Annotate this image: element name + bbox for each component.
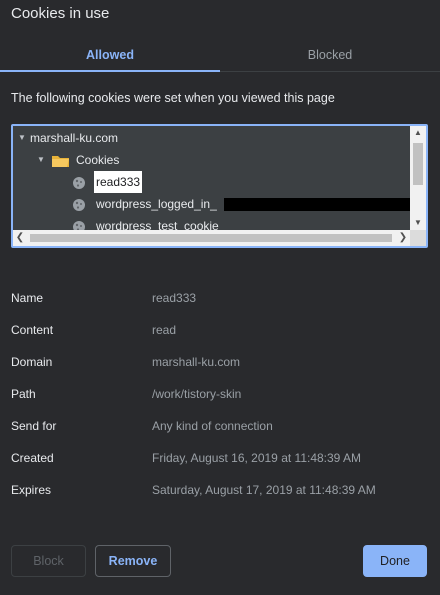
detail-label: Name bbox=[11, 291, 44, 305]
tree-item-folder[interactable]: ▼ Cookies bbox=[13, 149, 410, 171]
detail-row-expires: Expires Saturday, August 17, 2019 at 11:… bbox=[11, 474, 431, 506]
cookie-tree-list: ▼ marshall-ku.com ▼ Cookies read333 word… bbox=[13, 126, 410, 230]
detail-value: marshall-ku.com bbox=[152, 355, 241, 369]
horizontal-scrollbar[interactable]: ❮ ❯ bbox=[13, 230, 410, 246]
detail-label: Path bbox=[11, 387, 36, 401]
tree-item-cookie[interactable]: wordpress_logged_in_ bbox=[13, 193, 410, 215]
expand-triangle-icon[interactable]: ▼ bbox=[18, 127, 26, 149]
tree-item-cookie-label: read333 bbox=[94, 171, 143, 193]
tree-item-cookie-label: wordpress_logged_in_ bbox=[96, 197, 217, 211]
remove-button[interactable]: Remove bbox=[95, 545, 171, 577]
tree-item-cookie[interactable]: read333 bbox=[13, 171, 410, 193]
tree-item-folder-label: Cookies bbox=[76, 153, 120, 167]
detail-label: Created bbox=[11, 451, 54, 465]
detail-row-send-for: Send for Any kind of connection bbox=[11, 410, 431, 442]
cookie-details: Name read333 Content read Domain marshal… bbox=[11, 282, 431, 506]
horizontal-scroll-thumb[interactable] bbox=[30, 234, 392, 242]
tree-item-site-label: marshall-ku.com bbox=[30, 131, 119, 145]
detail-value: Friday, August 16, 2019 at 11:48:39 AM bbox=[152, 451, 362, 465]
detail-value: read bbox=[152, 323, 177, 337]
detail-value: Saturday, August 17, 2019 at 11:48:39 AM bbox=[152, 483, 376, 497]
block-button[interactable]: Block bbox=[11, 545, 86, 577]
scroll-right-arrow-icon[interactable]: ❯ bbox=[396, 230, 410, 246]
dialog-title: Cookies in use bbox=[11, 5, 110, 22]
detail-value: Any kind of connection bbox=[152, 419, 273, 433]
tree-item-cookie-label: wordpress_test_cookie bbox=[96, 219, 219, 230]
cookie-icon bbox=[72, 219, 86, 230]
detail-label: Expires bbox=[11, 483, 52, 497]
detail-label: Send for bbox=[11, 419, 57, 433]
vertical-scroll-thumb[interactable] bbox=[413, 143, 423, 185]
detail-row-name: Name read333 bbox=[11, 282, 431, 314]
expand-triangle-icon[interactable]: ▼ bbox=[37, 149, 45, 171]
tree-item-site[interactable]: ▼ marshall-ku.com bbox=[13, 127, 410, 149]
tab-blocked[interactable]: Blocked bbox=[220, 42, 440, 72]
cookies-dialog: Cookies in use Allowed Blocked The follo… bbox=[0, 0, 440, 595]
vertical-scrollbar[interactable]: ▲ ▼ bbox=[410, 126, 426, 230]
redaction-bar bbox=[224, 198, 410, 211]
detail-row-domain: Domain marshall-ku.com bbox=[11, 346, 431, 378]
tab-allowed[interactable]: Allowed bbox=[0, 42, 220, 72]
detail-label: Content bbox=[11, 323, 54, 337]
done-button[interactable]: Done bbox=[363, 545, 427, 577]
intro-text: The following cookies were set when you … bbox=[11, 91, 335, 105]
tree-item-cookie[interactable]: wordpress_test_cookie bbox=[13, 215, 410, 230]
detail-row-content: Content read bbox=[11, 314, 431, 346]
detail-label: Domain bbox=[11, 355, 53, 369]
detail-row-created: Created Friday, August 16, 2019 at 11:48… bbox=[11, 442, 431, 474]
scroll-down-arrow-icon[interactable]: ▼ bbox=[410, 216, 426, 230]
tab-bar: Allowed Blocked bbox=[0, 42, 440, 72]
detail-value: /work/tistory-skin bbox=[152, 387, 242, 401]
detail-row-path: Path /work/tistory-skin bbox=[11, 378, 431, 410]
detail-value: read333 bbox=[152, 291, 197, 305]
scroll-up-arrow-icon[interactable]: ▲ bbox=[410, 126, 426, 140]
scroll-left-arrow-icon[interactable]: ❮ bbox=[13, 230, 27, 246]
scrollbar-corner bbox=[410, 230, 426, 246]
cookie-tree[interactable]: ▼ marshall-ku.com ▼ Cookies read333 word… bbox=[11, 124, 428, 248]
